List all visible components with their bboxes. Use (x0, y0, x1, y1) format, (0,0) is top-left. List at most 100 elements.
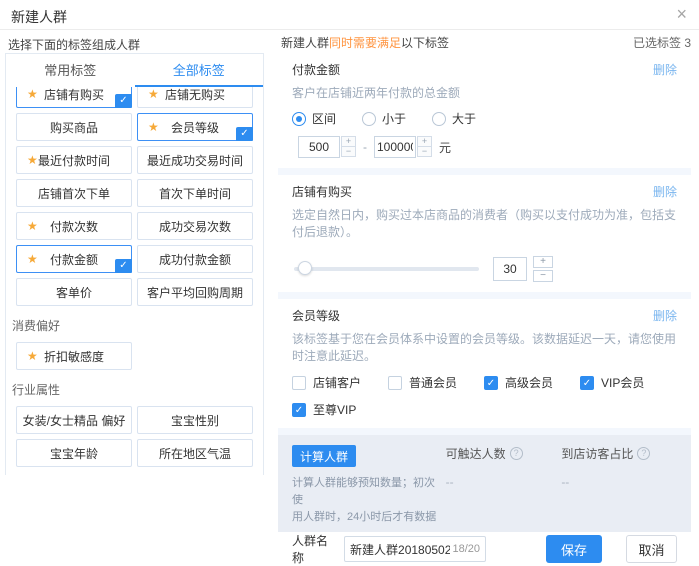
checkbox-label: 普通会员 (409, 374, 457, 391)
tag-tabs: 常用标签全部标签 (6, 54, 263, 87)
min-amount-input[interactable] (298, 136, 340, 158)
tag-label: 会员等级 (171, 119, 219, 136)
radio-label: 大于 (452, 110, 476, 127)
right-header-prefix: 新建人群 (281, 36, 329, 50)
bottom-bar: 人群名称 18/20 保存 取消 (278, 532, 691, 566)
radio-icon[interactable] (432, 112, 446, 126)
checkbox-option[interactable]: ✓VIP会员 (580, 374, 676, 391)
max-amount-input[interactable] (374, 136, 416, 158)
tag-item[interactable]: ★店铺无购买 (137, 87, 253, 108)
check-badge-icon: ✓ (115, 94, 132, 108)
star-icon: ★ (27, 349, 38, 363)
card-shop-purchase: 店铺有购买 删除 选定自然日内，购买过本店商品的消费者（购买以支付成功为准，包括… (278, 175, 691, 292)
right-header-highlight: 同时需要满足 (329, 36, 401, 50)
tag-item[interactable]: 成功付款金额 (137, 245, 253, 273)
tag-label: 店铺有购买 (44, 87, 104, 103)
tag-item[interactable]: ★付款次数 (16, 212, 132, 240)
tag-label: 最近付款时间 (38, 152, 110, 169)
checkbox-icon[interactable]: ✓ (580, 376, 594, 390)
days-increase-icon[interactable]: + (533, 256, 553, 268)
card-desc: 选定自然日内，购买过本店商品的消费者（购买以支付成功为准，包括支付后退款）。 (292, 206, 677, 240)
tag-item[interactable]: 成功交易次数 (137, 212, 253, 240)
save-button[interactable]: 保存 (546, 535, 602, 563)
max-decrease-icon[interactable]: − (417, 146, 432, 157)
delete-payment-link[interactable]: 删除 (653, 61, 677, 78)
help-icon[interactable]: ? (510, 447, 523, 460)
reachable-count-value: -- (446, 475, 562, 489)
selected-tags-count: 已选标签 3 (633, 34, 691, 51)
checkbox-option[interactable]: 普通会员 (388, 374, 484, 391)
calc-footer: 计算人群 计算人群能够预知数量；初次使 用人群时，24小时后才有数据 可触达人数… (278, 435, 691, 532)
checkbox-option[interactable]: ✓高级会员 (484, 374, 580, 391)
cancel-button[interactable]: 取消 (626, 535, 677, 563)
checkbox-option[interactable]: ✓ 至尊VIP (292, 401, 388, 418)
member-checkbox-group: 店铺客户普通会员✓高级会员✓VIP会员✓至尊VIP (292, 374, 677, 418)
close-icon[interactable]: × (676, 5, 687, 23)
days-slider-handle[interactable] (298, 261, 312, 275)
tag-item[interactable]: 购买商品 (16, 113, 132, 141)
tag-item[interactable]: ★付款金额✓ (16, 245, 132, 273)
days-decrease-icon[interactable]: − (533, 270, 553, 282)
min-amount-spinner: + − (298, 136, 356, 158)
tag-group-label: 行业属性 (12, 381, 253, 398)
visit-ratio-value: -- (561, 475, 677, 489)
tag-list[interactable]: ★店铺有购买✓★店铺无购买购买商品★会员等级✓★最近付款时间最近成功交易时间店铺… (6, 87, 263, 474)
check-badge-icon: ✓ (115, 259, 132, 273)
tag-item[interactable]: ★ 店铺有购买 ✓ (16, 87, 132, 108)
crowd-name-field: 18/20 (344, 536, 486, 562)
star-icon: ★ (148, 120, 159, 134)
crowd-name-input[interactable] (350, 542, 450, 556)
delete-purchase-link[interactable]: 删除 (653, 183, 677, 200)
payment-range-row: + − - + − 元 (298, 136, 677, 158)
star-icon: ★ (27, 87, 38, 101)
tag-item[interactable]: ★折扣敏感度 (16, 342, 132, 370)
days-slider-track[interactable] (294, 267, 479, 271)
tab-all-tags[interactable]: 全部标签 (135, 54, 264, 87)
tag-label: 付款金额 (50, 251, 98, 268)
checkbox-icon[interactable]: ✓ (292, 403, 306, 417)
help-icon[interactable]: ? (637, 447, 650, 460)
tag-label: 客单价 (56, 284, 92, 301)
checkbox-icon[interactable] (388, 376, 402, 390)
tag-label: 最近成功交易时间 (147, 152, 243, 169)
right-header: 新建人群同时需要满足以下标签 (281, 34, 449, 51)
tag-label: 宝宝性别 (171, 412, 219, 429)
tag-item[interactable]: 女装/女士精品 偏好 (16, 406, 132, 434)
tag-item[interactable]: 最近成功交易时间 (137, 146, 253, 174)
tag-item[interactable]: 宝宝年龄 (16, 439, 132, 467)
checkbox-option[interactable]: 店铺客户 (292, 374, 388, 391)
card-member-level: 会员等级 删除 该标签基于您在会员体系中设置的会员等级。该数据延迟一天，请您使用… (278, 299, 691, 428)
tag-group-label: 消费偏好 (12, 317, 253, 334)
calc-note-line2: 用人群时，24小时后才有数据 (292, 509, 444, 526)
tab-common-tags[interactable]: 常用标签 (6, 54, 135, 87)
radio-icon[interactable] (362, 112, 376, 126)
left-subtitle: 选择下面的标签组成人群 (8, 36, 140, 53)
tag-item[interactable]: 客单价 (16, 278, 132, 306)
radio-label: 区间 (312, 110, 336, 127)
tag-item[interactable]: 所在地区气温 (137, 439, 253, 467)
tag-label: 购买商品 (50, 119, 98, 136)
radio-icon[interactable] (292, 112, 306, 126)
card-payment-amount: 付款金额 删除 客户在店铺近两年付款的总金额 区间小于大于 + − - + − … (278, 53, 691, 168)
radio-option[interactable]: 大于 (432, 110, 476, 127)
tag-item[interactable]: 宝宝性别 (137, 406, 253, 434)
tag-item[interactable]: ★会员等级✓ (137, 113, 253, 141)
checkbox-label: 至尊VIP (313, 401, 356, 418)
min-decrease-icon[interactable]: − (341, 146, 356, 157)
tag-item[interactable]: 店铺首次下单 (16, 179, 132, 207)
tag-item[interactable]: 客户平均回购周期 (137, 278, 253, 306)
delete-member-link[interactable]: 删除 (653, 307, 677, 324)
max-amount-spinner: + − (374, 136, 432, 158)
tag-item[interactable]: ★最近付款时间 (16, 146, 132, 174)
amount-unit: 元 (439, 139, 451, 156)
checkbox-icon[interactable] (292, 376, 306, 390)
radio-option[interactable]: 区间 (292, 110, 336, 127)
days-value-input[interactable] (493, 257, 527, 281)
radio-option[interactable]: 小于 (362, 110, 406, 127)
checkbox-icon[interactable]: ✓ (484, 376, 498, 390)
card-title: 付款金额 (292, 61, 340, 78)
tag-item[interactable]: 首次下单时间 (137, 179, 253, 207)
calc-crowd-button[interactable]: 计算人群 (292, 445, 356, 467)
star-icon: ★ (148, 87, 159, 101)
title-divider (0, 29, 699, 30)
